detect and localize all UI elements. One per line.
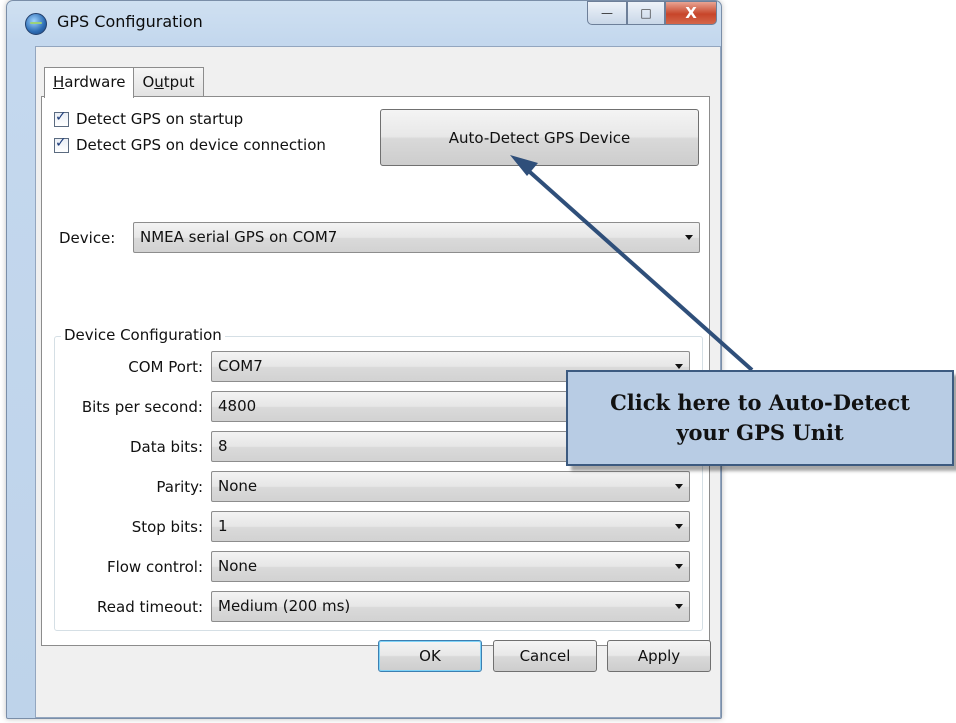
- callout-line-2: your GPS Unit: [676, 420, 844, 445]
- annotation-callout: Click here to Auto-Detect your GPS Unit: [566, 370, 954, 466]
- callout-arrow: [510, 155, 754, 372]
- callout-text: Click here to Auto-Detect your GPS Unit: [610, 388, 910, 448]
- tab-hardware-label: Hardware: [53, 73, 126, 91]
- arrow-line: [520, 163, 754, 372]
- callout-line-1: Click here to Auto-Detect: [610, 390, 910, 415]
- tab-hardware[interactable]: Hardware: [44, 67, 135, 98]
